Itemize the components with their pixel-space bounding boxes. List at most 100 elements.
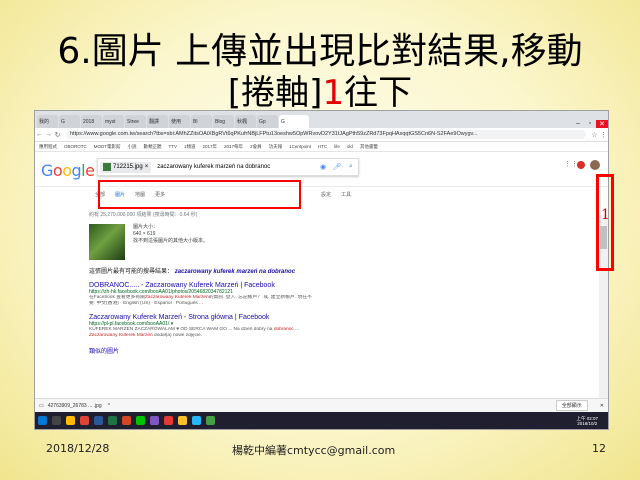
avatar[interactable] bbox=[590, 160, 600, 170]
bookmark-item[interactable]: 2017每年 bbox=[224, 144, 243, 150]
file-icon: ▭ bbox=[39, 402, 44, 409]
browser-tab[interactable]: 翻譯 bbox=[147, 115, 168, 128]
close-icon[interactable]: ✕ bbox=[600, 403, 604, 409]
search-input[interactable]: zaczarowany kuferek marzeń na dobranoc bbox=[157, 164, 316, 170]
snippet-text: 在Facebook 查看更多有關 bbox=[89, 295, 145, 300]
menu-icon[interactable]: ⋮ bbox=[599, 131, 608, 139]
bookmark-item[interactable]: 應用程式 bbox=[39, 144, 57, 150]
result-stats: 約有 25,270,000,000 項結果 (搜尋時間：0.64 秒) bbox=[89, 212, 198, 218]
taskbar-clock[interactable]: 上午 02:07 2018/10/2 bbox=[576, 416, 598, 426]
app-icon[interactable] bbox=[164, 416, 173, 425]
search-box[interactable]: 712215.jpg × zaczarowany kuferek marzeń … bbox=[97, 158, 359, 176]
bookmark-item[interactable]: life bbox=[334, 144, 340, 149]
browser-tab-active[interactable]: G bbox=[279, 115, 309, 128]
result-title-link[interactable]: DOBRANOC..... - Zaczarowany Kuferek Marz… bbox=[89, 282, 489, 289]
bookmark-item[interactable]: 1Centpoint bbox=[289, 144, 311, 149]
clock-date: 2018/10/2 bbox=[577, 420, 598, 426]
browser-tab[interactable]: Blog bbox=[213, 115, 234, 128]
browser-tab[interactable]: 2018 bbox=[81, 115, 102, 128]
apps-grid-icon[interactable]: ⋮⋮ bbox=[564, 161, 578, 169]
result-snippet-line2: Zaczarowany Kuferek Marzeń dodał(a) nowe… bbox=[89, 333, 489, 339]
account-area: ⋮⋮ bbox=[564, 160, 600, 170]
browser-tab[interactable]: Gp bbox=[257, 115, 278, 128]
bookmark-item[interactable]: HTC bbox=[318, 144, 327, 149]
star-icon[interactable]: ☆ bbox=[590, 131, 599, 139]
snippet-highlight: Zaczarowany Kuferek Marzeń bbox=[144, 295, 209, 300]
reload-icon[interactable]: ↻ bbox=[53, 131, 62, 139]
best-guess: 這張圖片最有可能的搜尋結果： zaczarowany kuferek marze… bbox=[89, 266, 489, 275]
bookmark-item[interactable]: 2會員 bbox=[250, 144, 262, 150]
bookmark-item[interactable]: MODT電影館 bbox=[94, 144, 121, 150]
result-title-link[interactable]: Zaczarowany Kuferek Marzeń - Strona głów… bbox=[89, 314, 489, 321]
browser-tab[interactable]: Bl bbox=[191, 115, 212, 128]
footer-page-number: 12 bbox=[592, 442, 606, 455]
word-icon[interactable] bbox=[94, 416, 103, 425]
browser-tab[interactable]: 使用 bbox=[169, 115, 190, 128]
best-guess-label: 這張圖片最有可能的搜尋結果： bbox=[89, 269, 174, 275]
windows-taskbar: 上午 02:07 2018/10/2 bbox=[35, 412, 608, 429]
settings-link[interactable]: 設定 bbox=[321, 191, 331, 198]
bookmark-item[interactable]: old bbox=[347, 144, 353, 149]
bookmark-item[interactable]: 小說 bbox=[128, 144, 137, 150]
browser-tab[interactable]: 秋楓 bbox=[235, 115, 256, 128]
search-tools: 設定 工具 bbox=[321, 191, 351, 198]
bookmark-item[interactable]: 其他書籤 bbox=[360, 144, 378, 150]
image-thumb-icon bbox=[103, 163, 111, 171]
bookmark-item[interactable]: 2017年 bbox=[203, 144, 218, 150]
app-icon[interactable] bbox=[150, 416, 159, 425]
browser-tab[interactable]: 我的 bbox=[37, 115, 58, 128]
search-icon[interactable] bbox=[52, 416, 61, 425]
powerpoint-icon[interactable] bbox=[122, 416, 131, 425]
browser-screenshot: 我的 G 2018 myst Stree 翻譯 使用 Bl Blog 秋楓 Gp… bbox=[34, 110, 609, 430]
app-icon[interactable] bbox=[178, 416, 187, 425]
browser-tab[interactable]: G bbox=[59, 115, 80, 128]
uploaded-image-thumbnail[interactable] bbox=[89, 224, 125, 260]
show-all-button[interactable]: 全部顯示 bbox=[555, 400, 588, 411]
mic-icon[interactable]: 🎤︎ bbox=[330, 163, 344, 171]
chevron-up-icon[interactable]: ^ bbox=[108, 403, 110, 409]
tab-bar: 我的 G 2018 myst Stree 翻譯 使用 Bl Blog 秋楓 Gp… bbox=[35, 111, 608, 128]
similar-images-link[interactable]: 類似的圖片 bbox=[89, 346, 489, 355]
line-icon[interactable] bbox=[136, 416, 145, 425]
download-file[interactable]: 42763909_26783 ... .jpg bbox=[48, 403, 108, 409]
no-other-sizes-text: 找不到這張圖片的其他大小版本。 bbox=[133, 238, 209, 244]
app-icon[interactable] bbox=[206, 416, 215, 425]
camera-icon[interactable]: ◉ bbox=[316, 163, 330, 171]
snippet-text: ... bbox=[293, 327, 300, 332]
bookmark-item[interactable]: OBOROTC bbox=[64, 144, 87, 149]
search-result: Zaczarowany Kuferek Marzeń - Strona głów… bbox=[89, 314, 489, 339]
minimize-icon[interactable]: – bbox=[572, 120, 584, 128]
app-icon[interactable] bbox=[192, 416, 201, 425]
step-number-label: 1 bbox=[601, 207, 610, 223]
image-size-value: 640 × 619 bbox=[133, 231, 156, 237]
bookmark-item[interactable]: 數類正聽 bbox=[144, 144, 162, 150]
notifications-icon[interactable] bbox=[577, 161, 585, 169]
footer-date: 2018/12/28 bbox=[46, 442, 110, 455]
download-bar: ▭ 42763909_26783 ... .jpg ^ 全部顯示 ✕ bbox=[35, 398, 608, 412]
best-guess-link[interactable]: zaczarowany kuferek marzeń na dobranoc bbox=[175, 269, 295, 275]
forward-icon[interactable]: → bbox=[44, 131, 53, 138]
url-field[interactable]: https://www.google.com.tw/search?tbs=sbi… bbox=[66, 130, 586, 139]
bookmark-item[interactable]: 功夫報 bbox=[269, 144, 283, 150]
bookmark-item[interactable]: 1頻道 bbox=[184, 144, 196, 150]
search-icon[interactable]: ⌕ bbox=[344, 163, 358, 171]
snippet-highlight: Zaczarowany Kuferek Marzeń bbox=[89, 333, 153, 338]
image-chip[interactable]: 712215.jpg × bbox=[100, 161, 152, 173]
folder-icon[interactable] bbox=[66, 416, 75, 425]
slide-title-line2: [捲軸]1往下 bbox=[0, 65, 640, 114]
excel-icon[interactable] bbox=[108, 416, 117, 425]
browser-tab[interactable]: myst bbox=[103, 115, 124, 128]
maximize-icon[interactable]: ▫ bbox=[584, 120, 596, 128]
bookmark-item[interactable]: TTV bbox=[169, 144, 178, 149]
browser-tab[interactable]: Stree bbox=[125, 115, 146, 128]
tools-link[interactable]: 工具 bbox=[341, 191, 351, 198]
close-icon[interactable]: × bbox=[145, 162, 149, 173]
uploaded-image-info: 圖片大小： 640 × 619 找不到這張圖片的其他大小版本。 bbox=[89, 224, 489, 260]
chrome-icon[interactable] bbox=[80, 416, 89, 425]
snippet-highlight: dobranoc bbox=[273, 327, 294, 332]
snippet-text: KUFEREK MARZEŃ ZACZAROWALAM ♥ OD SERCA W… bbox=[89, 327, 274, 332]
start-icon[interactable] bbox=[38, 416, 47, 425]
google-logo[interactable]: Google bbox=[41, 161, 95, 180]
back-icon[interactable]: ← bbox=[35, 131, 44, 138]
close-icon[interactable]: ✕ bbox=[596, 120, 608, 128]
